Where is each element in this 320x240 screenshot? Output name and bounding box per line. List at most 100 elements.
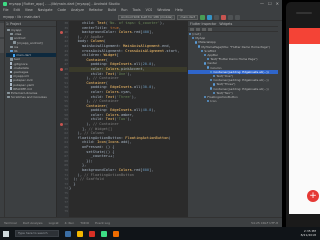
menu-item-navigate[interactable]: Navigate (38, 8, 53, 12)
widget-icon (204, 95, 207, 99)
line-number: 79 (64, 209, 68, 214)
close-button[interactable]: ✕ (276, 1, 279, 6)
status-tab[interactable]: Terminal (4, 221, 17, 225)
right-tool-strip (278, 21, 282, 217)
widget-icon (204, 53, 207, 57)
window-title: myapp [flutter_app] - ...\lib\main.dart … (9, 1, 120, 6)
line-number-gutter: 38 39 40 41 42 43 44 45 46 47 48 49 50 51 52 53 54 55 56 57… (57, 21, 69, 217)
project-tree-label: [myapp_android] (17, 40, 43, 45)
menu-item-refactor[interactable]: Refactor (89, 8, 103, 12)
project-panel: 1: Project myapp .idea android [myapp_andro… (5, 21, 57, 217)
menu-item-code[interactable]: Code (58, 8, 66, 12)
menu-item-view[interactable]: View (25, 8, 33, 12)
widget-label: Icon (210, 99, 217, 104)
refresh-tree-icon[interactable] (196, 27, 200, 31)
system-clock: 2:35 PM 8/21/2018 (301, 229, 316, 237)
minimize-button[interactable]: — (260, 1, 264, 6)
run-config-selector[interactable]: main.dart (177, 14, 199, 20)
menu-item-vcs[interactable]: VCS (146, 8, 153, 12)
sdk-manager-icon[interactable] (235, 14, 241, 20)
folder-icon (7, 91, 10, 95)
emulator-screen[interactable]: + (289, 28, 320, 214)
run-icon[interactable] (200, 14, 206, 20)
phone-speaker (296, 12, 312, 14)
project-panel-title: 1: Project (6, 22, 56, 27)
status-bar: Terminal Dart Analysis Logcat 4: Run TODO Eve… (0, 217, 282, 227)
android-emulator: + (286, 2, 320, 236)
task-view-icon[interactable] (65, 230, 71, 237)
select-widget-icon[interactable] (190, 27, 194, 31)
breakpoint-icon[interactable] (60, 31, 63, 34)
window-controls: — ☐ ✕ (260, 1, 279, 6)
file-icon (10, 78, 13, 82)
folder-icon (10, 58, 13, 61)
breakpoint-icon[interactable] (60, 67, 63, 71)
debug-icon[interactable] (207, 14, 213, 20)
widget-icon (198, 45, 201, 48)
widget-icon (210, 78, 213, 82)
menu-item-run[interactable]: Run (121, 8, 127, 12)
floating-action-button[interactable]: + (307, 190, 319, 202)
menu-item-build[interactable]: Build (108, 8, 116, 12)
folder-icon (7, 28, 10, 32)
main-toolbar: myapp › lib › main.dart Android SDK buil… (0, 13, 282, 21)
chrome-icon[interactable] (89, 230, 95, 237)
start-button[interactable] (3, 230, 9, 237)
menu-item-file[interactable]: File (3, 8, 9, 12)
stop-icon[interactable] (221, 14, 227, 20)
debug-paint-icon[interactable] (202, 27, 206, 31)
android-studio-taskbar-icon[interactable] (101, 230, 107, 237)
widget-label: Text("Flutter Demo Home Page") (210, 57, 258, 62)
code-line: } (69, 186, 72, 191)
status-tab[interactable]: Event Log (95, 221, 110, 225)
file-icon (10, 62, 13, 65)
code-editor[interactable]: child: Text('No. of taps: $_counter'), c… (69, 21, 187, 217)
hot-reload-icon[interactable] (214, 14, 220, 20)
cursor-position: 54:25 CRLF UTF-8 (251, 220, 278, 225)
windows-taskbar: Type here to search 2:35 PM 8/21/2018 (0, 227, 320, 240)
project-tree-item[interactable]: Scratches and Consoles (6, 95, 56, 99)
menu-item-window[interactable]: Window (157, 8, 170, 12)
performance-overlay-icon[interactable] (208, 27, 212, 31)
file-icon (13, 53, 16, 57)
menu-item-tools[interactable]: Tools (132, 8, 140, 12)
folder-icon (10, 37, 13, 40)
file-icon (10, 70, 13, 74)
widget-tree-row[interactable]: Icon (188, 99, 282, 103)
device-selector[interactable]: Android SDK built for x86 (mobile) (118, 14, 176, 20)
tab-flutter-inspector[interactable]: Flutter Inspector (190, 22, 216, 26)
avd-manager-icon[interactable] (228, 14, 234, 20)
widget-icon (189, 32, 192, 36)
project-tool-tab[interactable] (0, 23, 4, 37)
widget-icon (210, 70, 213, 73)
file-icon (10, 83, 13, 86)
menu-item-help[interactable]: Help (175, 8, 183, 12)
widget-tree: [root] MyApp MaterialApp MyHomePage(title: … (188, 32, 282, 103)
widget-tree-row[interactable]: MyHomePage(title: "Flutter Demo Home Pag… (188, 45, 282, 49)
breadcrumb: myapp › lib › main.dart (3, 14, 40, 19)
widget-icon (192, 37, 195, 40)
menu-item-analyze[interactable]: Analyze (71, 8, 84, 12)
file-explorer-icon[interactable] (77, 230, 83, 237)
clock-date: 8/21/2018 (300, 233, 316, 237)
maximize-button[interactable]: ☐ (268, 1, 272, 6)
structure-tool-tab[interactable] (0, 39, 4, 53)
status-tab[interactable]: Logcat (49, 221, 59, 225)
taskbar-search-input[interactable]: Type here to search (15, 230, 59, 237)
app-taskbar-icon[interactable] (113, 230, 119, 237)
widget-icon (195, 41, 198, 44)
widget-icon (201, 49, 204, 53)
tab-widgets[interactable]: Widgets (219, 22, 232, 26)
status-tab[interactable]: TODO (80, 221, 89, 225)
folder-icon (10, 45, 13, 49)
widget-icon (204, 62, 207, 65)
app-bar (289, 28, 320, 44)
project-tree-label: Scratches and Consoles (11, 95, 47, 100)
breakpoint-icon[interactable] (60, 123, 63, 126)
widget-icon (210, 87, 213, 90)
status-tab[interactable]: 4: Run (65, 221, 75, 225)
file-icon (10, 66, 13, 70)
status-tab[interactable]: Dart Analysis (23, 221, 43, 225)
menu-item-edit[interactable]: Edit (14, 8, 20, 12)
android-studio-window: myapp [flutter_app] - ...\lib\main.dart … (0, 0, 282, 227)
